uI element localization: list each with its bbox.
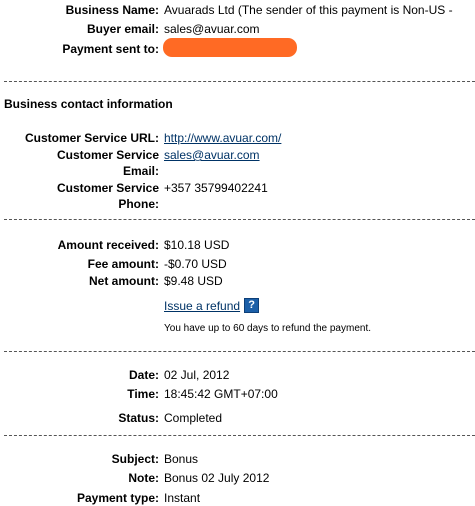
divider (4, 219, 475, 220)
time-label: Time: (127, 387, 159, 401)
date-row: Date: 02 Jul, 2012 (0, 367, 475, 383)
cs-url-label: Customer Service URL: (24, 131, 159, 145)
date-label: Date: (128, 368, 159, 382)
time-row: Time: 18:45:42 GMT+07:00 (0, 386, 475, 402)
cs-email-label-line1: Customer Service (56, 148, 159, 162)
status-label: Status: (118, 411, 159, 425)
cs-email-row: Customer Service Email: sales@avuar.com (0, 147, 475, 179)
subject-label: Subject: (111, 452, 159, 466)
payment-type-value: Instant (164, 491, 201, 505)
fee-amount-label: Fee amount: (87, 257, 159, 271)
divider (4, 81, 475, 82)
net-amount-value: $9.48 USD (164, 274, 223, 288)
fee-amount-row: Fee amount: -$0.70 USD (0, 256, 475, 272)
divider (4, 351, 475, 352)
business-contact-heading: Business contact information (4, 97, 173, 111)
help-icon[interactable]: ? (244, 298, 260, 314)
amount-received-label: Amount received: (57, 238, 159, 252)
net-amount-label: Net amount: (89, 274, 159, 288)
cs-email-label: Customer Service Email: (57, 147, 159, 179)
cs-phone-label: Customer Service Phone: (57, 180, 159, 212)
subject-row: Subject: Bonus (0, 451, 475, 467)
note-label: Note: (128, 471, 159, 485)
status-row: Status: Completed (0, 410, 475, 426)
cs-phone-row: Customer Service Phone: +357 35799402241 (0, 180, 475, 212)
cs-phone-label-line1: Customer Service (56, 181, 159, 195)
business-name-row: Business Name: Avuarads Ltd (The sender … (0, 2, 475, 18)
amount-received-row: Amount received: $10.18 USD (0, 237, 475, 253)
cs-url-link[interactable]: http://www.avuar.com/ (164, 131, 281, 145)
cs-phone-value: +357 35799402241 (164, 181, 268, 195)
cs-email-label-line2: Email: (122, 164, 159, 178)
redacted-recipient (163, 38, 297, 57)
subject-value: Bonus (164, 452, 199, 466)
business-name-value: Avuarads Ltd (The sender of this payment… (164, 3, 453, 17)
net-amount-row: Net amount: $9.48 USD (0, 273, 475, 289)
refund-row: Issue a refund? (0, 298, 475, 314)
payment-sent-to-label: Payment sent to: (62, 42, 159, 56)
note-row: Note: Bonus 02 July 2012 (0, 470, 475, 486)
note-value: Bonus 02 July 2012 (164, 471, 270, 485)
cs-email-link[interactable]: sales@avuar.com (164, 148, 260, 162)
fee-amount-value: -$0.70 USD (164, 257, 227, 271)
date-value: 02 Jul, 2012 (164, 368, 230, 382)
status-value: Completed (164, 411, 223, 425)
payment-type-label: Payment type: (76, 491, 159, 505)
business-name-label: Business Name: (65, 3, 159, 17)
buyer-email-row: Buyer email: sales@avuar.com (0, 21, 475, 37)
refund-note: You have up to 60 days to refund the pay… (164, 323, 372, 334)
issue-refund-link[interactable]: Issue a refund (164, 299, 240, 313)
buyer-email-label: Buyer email: (86, 22, 159, 36)
amount-received-value: $10.18 USD (164, 238, 230, 252)
time-value: 18:45:42 GMT+07:00 (164, 387, 278, 401)
cs-phone-label-line2: Phone: (118, 197, 159, 211)
payment-type-row: Payment type: Instant (0, 490, 475, 506)
cs-url-row: Customer Service URL: http://www.avuar.c… (0, 130, 475, 146)
divider (4, 435, 475, 436)
buyer-email-value: sales@avuar.com (164, 22, 260, 36)
